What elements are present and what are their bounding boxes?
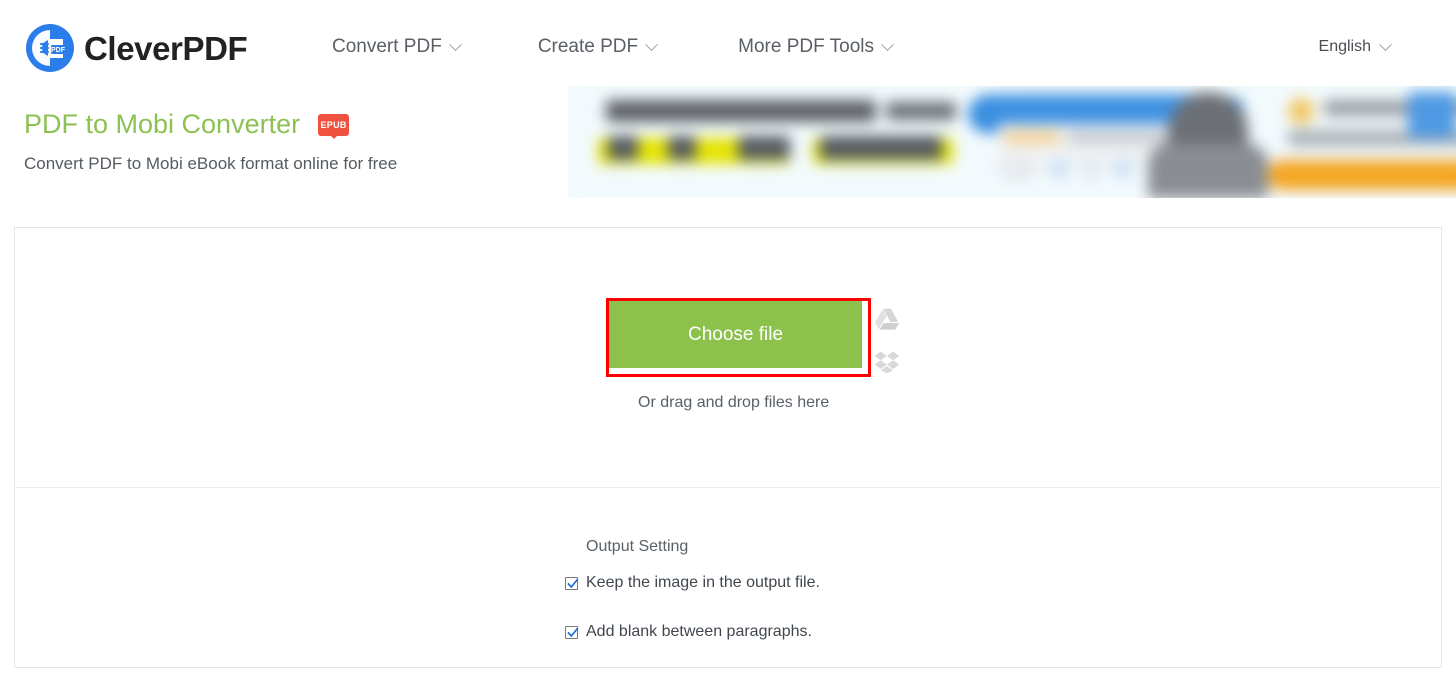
nav-item-convert-pdf[interactable]: Convert PDF: [332, 36, 462, 58]
language-selector[interactable]: English: [1318, 37, 1392, 56]
drag-drop-hint: Or drag and drop files here: [638, 394, 830, 411]
chevron-down-icon: [1379, 37, 1392, 51]
nav-label: More PDF Tools: [738, 36, 874, 57]
checkmark-icon: [567, 578, 579, 588]
brand-name: CleverPDF: [84, 29, 248, 67]
svg-text:PDF: PDF: [51, 47, 66, 54]
checkbox-keep-image[interactable]: [565, 576, 579, 590]
output-settings-title: Output Setting: [586, 538, 689, 555]
nav-item-create-pdf[interactable]: Create PDF: [537, 36, 658, 58]
choose-file-button[interactable]: Choose file: [606, 298, 871, 377]
cleverpdf-logo-icon: PDF: [24, 22, 76, 74]
site-header: PDF CleverPDF Convert PDF Create PDF Mor…: [0, 0, 1456, 86]
dropbox-icon[interactable]: [874, 350, 900, 379]
nav-item-more-pdf-tools[interactable]: More PDF Tools: [738, 36, 894, 58]
option-add-blank[interactable]: Add blank between paragraphs.: [565, 623, 812, 641]
choose-file-row: Choose file: [606, 298, 900, 379]
cloud-import-group: [874, 301, 900, 379]
brand-logo[interactable]: PDF CleverPDF: [24, 22, 248, 74]
checkmark-icon: [567, 627, 579, 637]
page-title: PDF to Mobi Converter: [24, 109, 301, 139]
main-nav: Convert PDF Create PDF More PDF Tools: [332, 36, 894, 58]
option-keep-image[interactable]: Keep the image in the output file.: [565, 574, 820, 592]
banner-image: [568, 86, 1456, 198]
advertisement-banner[interactable]: [568, 86, 1456, 198]
page-subtitle: Convert PDF to Mobi eBook format online …: [24, 153, 398, 173]
chevron-down-icon: [881, 37, 894, 51]
checkbox-add-blank[interactable]: [565, 625, 579, 639]
page-root: PDF CleverPDF Convert PDF Create PDF Mor…: [0, 0, 1456, 684]
nav-label: Create PDF: [537, 36, 639, 57]
epub-badge-label: EPUB: [320, 119, 347, 130]
option-label: Add blank between paragraphs.: [586, 623, 812, 640]
epub-badge: EPUB: [318, 113, 350, 136]
language-label: English: [1318, 38, 1371, 55]
hero-title-block: PDF to Mobi Converter EPUB Convert PDF t…: [24, 109, 398, 174]
title-row: PDF to Mobi Converter EPUB: [24, 109, 397, 140]
converter-panel: Choose file Or drag and drop files here …: [14, 227, 1442, 668]
upload-dropzone[interactable]: Choose file Or drag and drop files here: [15, 228, 1441, 488]
nav-label: Convert PDF: [332, 36, 442, 57]
option-label: Keep the image in the output file.: [586, 574, 820, 591]
google-drive-icon[interactable]: [874, 307, 900, 336]
